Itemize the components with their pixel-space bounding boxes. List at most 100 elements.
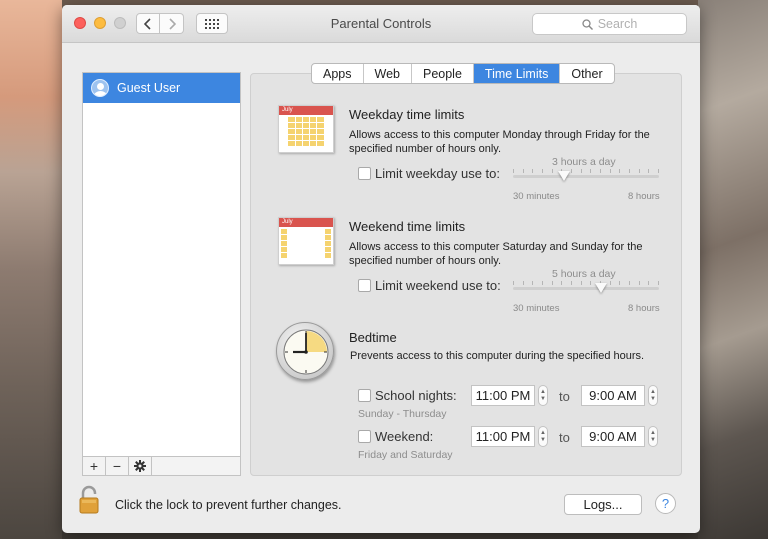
- school-nights-checkbox[interactable]: [358, 389, 371, 402]
- calendar-day-cell: [295, 135, 302, 140]
- weekend-bedtime-to-stepper[interactable]: ▲ ▼: [648, 426, 658, 447]
- calendar-day-cell: [296, 247, 302, 252]
- weekday-slider-min: 30 minutes: [513, 191, 560, 202]
- weekday-slider-track[interactable]: [513, 175, 659, 178]
- weekend-slider-track[interactable]: [513, 287, 659, 290]
- user-actions-button[interactable]: [129, 457, 152, 475]
- calendar-day-cell: [310, 235, 316, 240]
- weekend-title: Weekend time limits: [349, 219, 466, 234]
- calendar-day-cell: [303, 247, 309, 252]
- search-placeholder: Search: [597, 17, 638, 31]
- calendar-day-cell: [317, 241, 323, 246]
- calendar-day-cell: [288, 253, 294, 258]
- calendar-day-cell: [310, 241, 316, 246]
- weekday-slider-thumb[interactable]: [558, 171, 571, 181]
- calendar-day-cell: [296, 241, 302, 246]
- weekday-limit-checkbox[interactable]: [358, 167, 371, 180]
- calendar-day-cell: [303, 241, 309, 246]
- calendar-day-cell: [310, 247, 316, 252]
- calendar-day-cell: [302, 117, 310, 122]
- calendar-day-cell: [288, 117, 295, 122]
- tab-people[interactable]: People: [412, 64, 474, 83]
- school-nights-from-stepper[interactable]: ▲ ▼: [538, 385, 548, 406]
- weekday-slider-value: 3 hours a day: [552, 156, 616, 168]
- weekend-bedtime-sublabel: Friday and Saturday: [358, 449, 453, 461]
- bedtime-description: Prevents access to this computer during …: [350, 350, 645, 362]
- logs-button[interactable]: Logs...: [564, 494, 642, 515]
- calendar-day-cell: [281, 117, 287, 122]
- calendar-day-cell: [325, 141, 331, 146]
- remove-user-button[interactable]: −: [106, 457, 129, 475]
- calendar-day-cell: [295, 117, 302, 122]
- weekend-description: Allows access to this computer Saturday …: [349, 241, 643, 267]
- calendar-day-cell: [310, 229, 316, 234]
- user-item-guest[interactable]: Guest User: [83, 73, 240, 103]
- weekend-slider-thumb[interactable]: [594, 283, 607, 293]
- calendar-day-cell: [295, 123, 302, 128]
- user-avatar-icon: [91, 79, 109, 97]
- tab-other[interactable]: Other: [560, 64, 613, 83]
- weekend-bedtime-to-label: to: [559, 430, 570, 445]
- calendar-day-cell: [317, 117, 324, 122]
- calendar-day-cell: [324, 253, 331, 258]
- calendar-day-cell: [303, 229, 309, 234]
- tab-apps[interactable]: Apps: [312, 64, 364, 83]
- tab-web[interactable]: Web: [364, 64, 412, 83]
- calendar-day-cell: [317, 135, 324, 140]
- weekend-calendar-icon: July: [278, 217, 334, 265]
- school-nights-to-field[interactable]: 9:00 AM: [581, 385, 645, 406]
- school-nights-to-stepper[interactable]: ▲ ▼: [648, 385, 658, 406]
- weekend-bedtime-from-field[interactable]: 11:00 PM: [471, 426, 535, 447]
- user-item-label: Guest User: [117, 81, 181, 95]
- weekend-limit-checkbox[interactable]: [358, 279, 371, 292]
- tab-time-limits[interactable]: Time Limits: [473, 64, 561, 83]
- weekend-bedtime-to-field[interactable]: 9:00 AM: [581, 426, 645, 447]
- weekday-slider-max: 8 hours: [628, 191, 660, 202]
- calendar-day-cell: [288, 235, 294, 240]
- weekend-bedtime-checkbox[interactable]: [358, 430, 371, 443]
- calendar-day-cell: [296, 229, 302, 234]
- calendar-day-cell: [317, 247, 323, 252]
- lock-message: Click the lock to prevent further change…: [115, 498, 342, 512]
- calendar-day-cell: [303, 235, 309, 240]
- calendar-day-cell: [324, 235, 331, 240]
- calendar-day-cell: [296, 253, 302, 258]
- weekend-bedtime-from-stepper[interactable]: ▲ ▼: [538, 426, 548, 447]
- calendar-day-cell: [317, 141, 324, 146]
- calendar-day-cell: [310, 117, 317, 122]
- tab-bar: Apps Web People Time Limits Other: [311, 63, 615, 84]
- parental-controls-window: Parental Controls Search Guest User + −: [62, 5, 700, 533]
- calendar-day-cell: [295, 141, 302, 146]
- school-nights-from-field[interactable]: 11:00 PM: [471, 385, 535, 406]
- calendar-day-cell: [281, 253, 288, 258]
- desktop-wallpaper-right: [698, 0, 768, 539]
- calendar-day-cell: [281, 235, 288, 240]
- desktop-wallpaper-left: [0, 0, 62, 539]
- calendar-day-cell: [302, 141, 310, 146]
- calendar-day-cell: [281, 123, 287, 128]
- lock-icon[interactable]: [78, 485, 100, 515]
- calendar-day-cell: [317, 129, 324, 134]
- calendar-day-cell: [288, 135, 295, 140]
- weekend-slider-value: 5 hours a day: [552, 268, 616, 280]
- weekend-slider-max: 8 hours: [628, 303, 660, 314]
- calendar-day-cell: [324, 229, 331, 234]
- add-user-button[interactable]: +: [83, 457, 106, 475]
- search-field[interactable]: Search: [532, 13, 687, 35]
- calendar-day-cell: [302, 129, 310, 134]
- help-button[interactable]: ?: [655, 493, 676, 514]
- calendar-day-cell: [281, 241, 288, 246]
- user-list[interactable]: Guest User: [82, 72, 241, 457]
- calendar-day-cell: [281, 135, 287, 140]
- calendar-day-cell: [317, 235, 323, 240]
- weekday-limit-label: Limit weekday use to:: [375, 166, 501, 181]
- search-icon: [582, 18, 593, 30]
- calendar-day-cell: [281, 229, 288, 234]
- calendar-day-cell: [302, 123, 310, 128]
- school-nights-sublabel: Sunday - Thursday: [358, 408, 447, 420]
- titlebar: Parental Controls Search: [62, 5, 700, 43]
- calendar-month: July: [279, 106, 333, 115]
- weekday-calendar-icon: July: [278, 105, 334, 153]
- school-nights-label: School nights:: [375, 388, 457, 403]
- weekday-slider-ticks: [513, 169, 659, 173]
